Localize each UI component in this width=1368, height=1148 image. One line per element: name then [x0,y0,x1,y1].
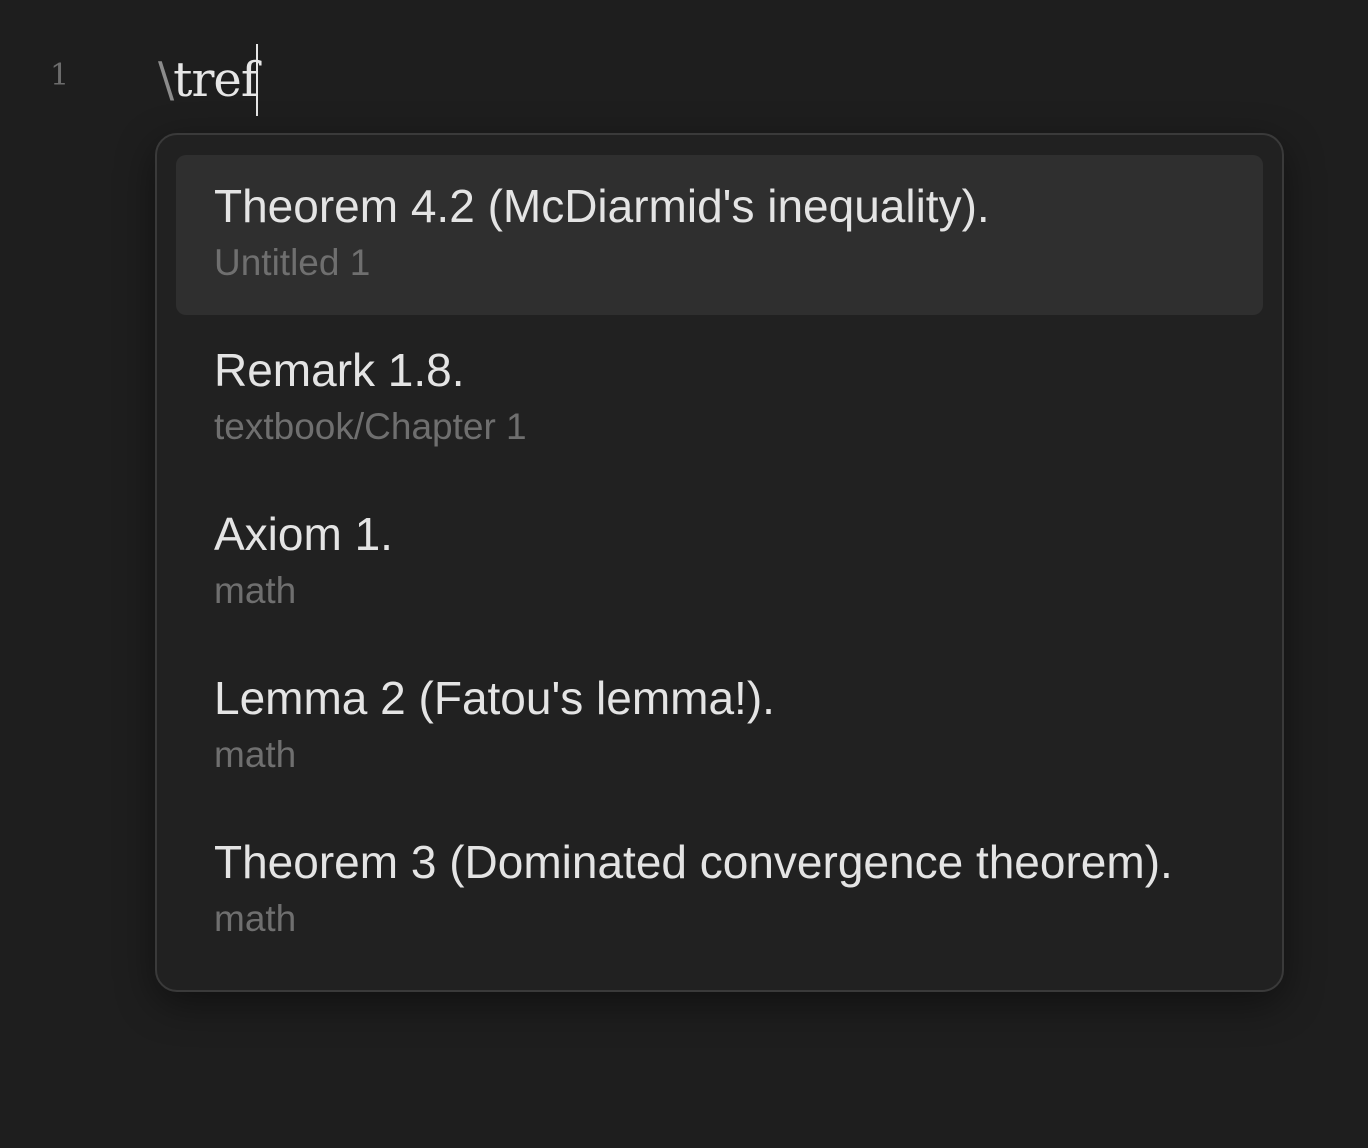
command-backslash: \ [158,52,174,108]
suggestion-item[interactable]: Remark 1.8. textbook/Chapter 1 [176,319,1263,479]
suggestion-item[interactable]: Axiom 1. math [176,483,1263,643]
command-text: tref [173,52,258,108]
suggestion-source: math [214,570,297,611]
editor[interactable]: 1 \ tref Theorem 4.2 (McDiarmid's inequal… [0,0,1368,1148]
editor-line[interactable]: \ tref [158,44,259,116]
suggestion-source: textbook/Chapter 1 [214,406,527,447]
suggestion-title: Lemma 2 (Fatou's lemma!). [214,672,775,724]
suggestion-source: math [214,898,297,939]
suggestion-title: Remark 1.8. [214,344,465,396]
text-cursor [255,44,258,116]
suggestion-source: math [214,734,297,775]
suggestion-item[interactable]: Theorem 4.2 (McDiarmid's inequality). Un… [176,155,1263,315]
suggestion-title: Theorem 4.2 (McDiarmid's inequality). [214,180,990,232]
autocomplete-popup: Theorem 4.2 (McDiarmid's inequality). Un… [155,133,1284,992]
line-number: 1 [50,58,70,93]
suggestion-source: Untitled 1 [214,242,371,283]
suggestion-title: Theorem 3 (Dominated convergence theorem… [214,836,1173,888]
suggestion-item[interactable]: Theorem 3 (Dominated convergence theorem… [176,811,1263,971]
suggestion-item[interactable]: Lemma 2 (Fatou's lemma!). math [176,647,1263,807]
suggestion-title: Axiom 1. [214,508,393,560]
